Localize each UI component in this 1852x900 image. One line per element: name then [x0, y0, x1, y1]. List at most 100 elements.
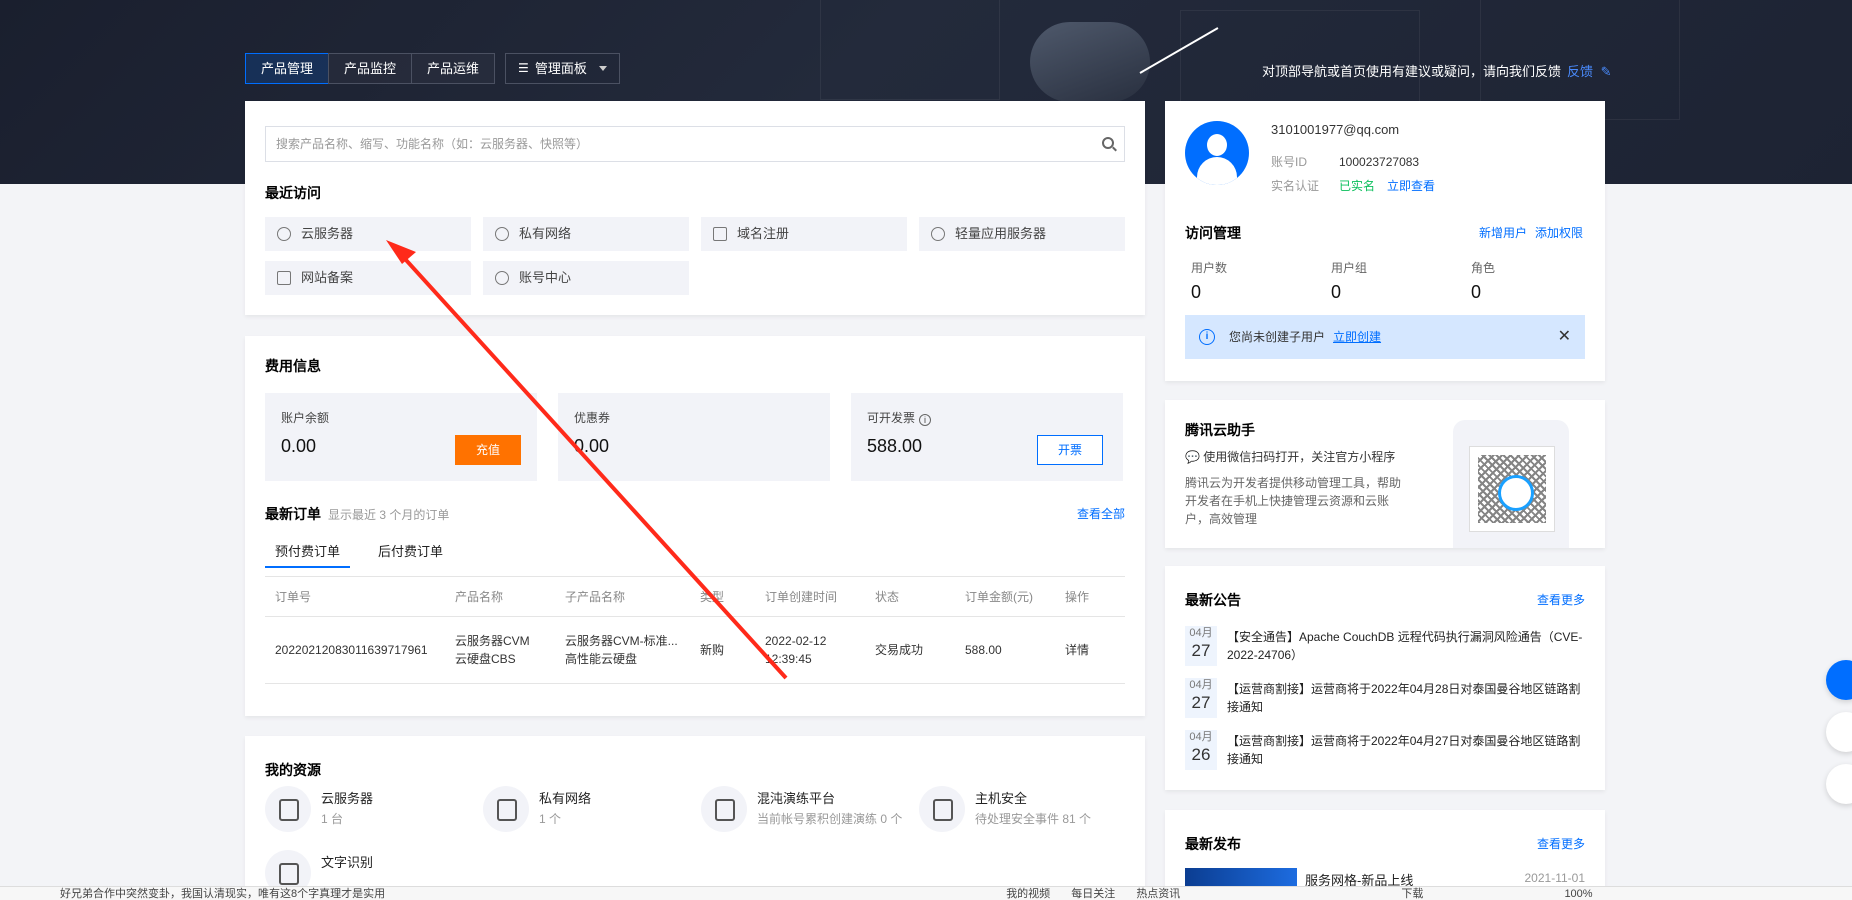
- phone-mockup: [1453, 420, 1569, 548]
- add-user-link[interactable]: 新增用户: [1479, 224, 1527, 241]
- assistant-title: 腾讯云助手: [1185, 422, 1255, 438]
- announcement-item[interactable]: 04月 26 【运营商割接】运营商将于2022年04月27日对泰国曼谷地区链路割接通…: [1185, 730, 1585, 774]
- orders-subtitle: 显示最近 3 个月的订单: [328, 508, 450, 522]
- resources-card: 我的资源 云服务器 1 台 私有网络 1 个 混沌演练平台 当前帐号累积创建演练 0 …: [245, 736, 1145, 900]
- coupon-label: 优惠券: [574, 411, 611, 425]
- announcements-card: 最新公告 查看更多 04月 27 【安全通告】Apache CouchDB 远程代码…: [1165, 566, 1605, 790]
- column-header: 状态: [865, 576, 955, 617]
- lock-icon: [483, 786, 529, 832]
- avatar[interactable]: [1185, 121, 1249, 185]
- announcement-item[interactable]: 04月 27 【安全通告】Apache CouchDB 远程代码执行漏洞风险通告（C…: [1185, 626, 1585, 670]
- stat-groups[interactable]: 用户组 0: [1331, 259, 1367, 303]
- view-all-orders-link[interactable]: 查看全部: [1077, 505, 1125, 522]
- tab-prepaid-orders[interactable]: 预付费订单: [265, 538, 351, 568]
- recent-item-icp[interactable]: 网站备案: [265, 261, 471, 295]
- table-header-row: 订单号 产品名称 子产品名称 类型 订单创建时间 状态 订单金额(元) 操作: [265, 576, 1125, 617]
- account-id-value: 100023727083: [1339, 155, 1420, 169]
- column-header: 产品名称: [445, 576, 555, 617]
- announcement-item[interactable]: 04月 27 【运营商割接】运营商将于2022年04月28日对泰国曼谷地区链路割接通…: [1185, 678, 1585, 722]
- info-icon[interactable]: i: [919, 414, 932, 426]
- orders-title: 最新订单: [265, 506, 321, 522]
- wechat-icon: 💬: [1185, 450, 1200, 464]
- column-header: 订单号: [265, 576, 445, 617]
- add-permission-link[interactable]: 添加权限: [1535, 224, 1583, 241]
- verification-link[interactable]: 立即查看: [1387, 179, 1435, 193]
- recent-item-lighthouse[interactable]: 轻量应用服务器: [919, 217, 1125, 251]
- fees-title: 费用信息: [265, 358, 321, 374]
- create-subuser-link[interactable]: 立即创建: [1333, 330, 1381, 344]
- list-button[interactable]: [1826, 764, 1852, 804]
- notice-text: 您尚未创建子用户: [1229, 330, 1326, 344]
- announcement-date: 04月 27: [1185, 626, 1217, 666]
- management-panel-button[interactable]: ☰ 管理面板: [505, 53, 620, 84]
- status-daily[interactable]: 每日关注: [1071, 888, 1115, 900]
- date-month: 04月: [1189, 627, 1213, 639]
- recent-item-account[interactable]: 账号中心: [483, 261, 689, 295]
- status-hot[interactable]: 热点资讯: [1136, 888, 1180, 900]
- column-header: 类型: [690, 576, 755, 617]
- tab-product-monitoring[interactable]: 产品监控: [328, 53, 413, 84]
- lighthouse-icon: [931, 227, 945, 241]
- release-date: 2021-11-01: [1524, 871, 1586, 885]
- recharge-button[interactable]: 充值: [455, 435, 521, 465]
- announcements-title: 最新公告: [1185, 592, 1241, 608]
- resource-name: 云服务器: [321, 791, 374, 806]
- tab-product-operations[interactable]: 产品运维: [411, 53, 496, 84]
- announcement-date: 04月 26: [1185, 730, 1217, 770]
- account-email: 3101001977@qq.com: [1271, 122, 1400, 137]
- releases-more-link[interactable]: 查看更多: [1537, 835, 1585, 852]
- product-name-cell: 云服务器CVM 云硬盘CBS: [445, 616, 555, 684]
- announcement-text: 【运营商割接】运营商将于2022年04月28日对泰国曼谷地区链路割接通知: [1227, 682, 1581, 714]
- order-date: 2022-02-12: [765, 634, 827, 648]
- stat-users[interactable]: 用户数 0: [1191, 259, 1227, 303]
- tab-postpaid-orders[interactable]: 后付费订单: [368, 538, 453, 568]
- resource-name: 私有网络: [539, 791, 592, 806]
- announcement-text: 【运营商割接】运营商将于2022年04月27日对泰国曼谷地区链路割接通知: [1227, 734, 1581, 766]
- panel-button-label: 管理面板: [534, 61, 587, 76]
- close-icon[interactable]: ✕: [1558, 315, 1571, 359]
- shuffle-icon: [701, 786, 747, 832]
- cvm-icon: [277, 227, 291, 241]
- invoice-button[interactable]: 开票: [1037, 435, 1103, 465]
- account-id-label: 账号ID: [1271, 155, 1308, 169]
- date-day: 26: [1191, 745, 1211, 764]
- search-placeholder: 搜索产品名称、缩写、功能名称（如：云服务器、快照等）: [276, 137, 589, 151]
- resource-item-host-security[interactable]: 主机安全 待处理安全事件 81 个: [919, 786, 1129, 836]
- recent-item-vpc[interactable]: 私有网络: [483, 217, 689, 251]
- recent-item-domain[interactable]: 域名注册: [701, 217, 907, 251]
- product-search-input[interactable]: 搜索产品名称、缩写、功能名称（如：云服务器、快照等）: [265, 126, 1125, 162]
- invoice-label: 可开发票: [867, 411, 916, 425]
- status-download[interactable]: 下载: [1401, 888, 1423, 900]
- status-news[interactable]: 好兄弟合作中突然变卦，我国认清现实，唯有这8个字真理才是实用: [60, 888, 385, 900]
- orders-table: 订单号 产品名称 子产品名称 类型 订单创建时间 状态 订单金额(元) 操作 2…: [265, 576, 1125, 684]
- search-icon[interactable]: [1102, 137, 1114, 149]
- recent-item-label: 私有网络: [519, 226, 572, 241]
- tab-product-management[interactable]: 产品管理: [245, 53, 330, 84]
- order-time-cell: 2022-02-12 12:39:45: [755, 616, 865, 684]
- status-zoom[interactable]: 100%: [1564, 888, 1592, 900]
- resource-count: 1 台: [321, 812, 344, 826]
- sub-product-line: 高性能云硬盘: [565, 652, 638, 666]
- resource-item-vpc[interactable]: 私有网络 1 个: [483, 786, 693, 836]
- coupon-value: 0.00: [574, 436, 610, 456]
- recent-item-label: 域名注册: [737, 226, 790, 241]
- feedback-text: 对顶部导航或首页使用有建议或疑问，请向我们反馈: [1262, 64, 1562, 79]
- resource-item-cvm[interactable]: 云服务器 1 台: [265, 786, 475, 836]
- order-detail-link[interactable]: 详情: [1055, 616, 1125, 684]
- feedback-link[interactable]: 反馈: [1567, 64, 1593, 79]
- recent-item-cvm[interactable]: 云服务器: [265, 217, 471, 251]
- resource-item-chaos[interactable]: 混沌演练平台 当前帐号累积创建演练 0 个: [701, 786, 911, 836]
- resource-count: 待处理安全事件 81 个: [975, 812, 1092, 826]
- list-icon: ☰: [518, 61, 529, 75]
- status-my-video[interactable]: 我的视频: [1006, 888, 1050, 900]
- invoice-box: 可开发票 i 588.00 开票: [851, 393, 1123, 481]
- customer-service-button[interactable]: [1826, 660, 1852, 700]
- column-header: 订单金额(元): [955, 576, 1055, 617]
- account-icon: [495, 271, 509, 285]
- assistant-line: 💬 使用微信扫码打开，关注官方小程序: [1185, 448, 1395, 465]
- stat-value: 0: [1331, 282, 1342, 302]
- order-type-cell: 新购: [690, 616, 755, 684]
- announcements-more-link[interactable]: 查看更多: [1537, 591, 1585, 608]
- stat-roles[interactable]: 角色 0: [1471, 259, 1495, 303]
- docs-button[interactable]: [1826, 712, 1852, 752]
